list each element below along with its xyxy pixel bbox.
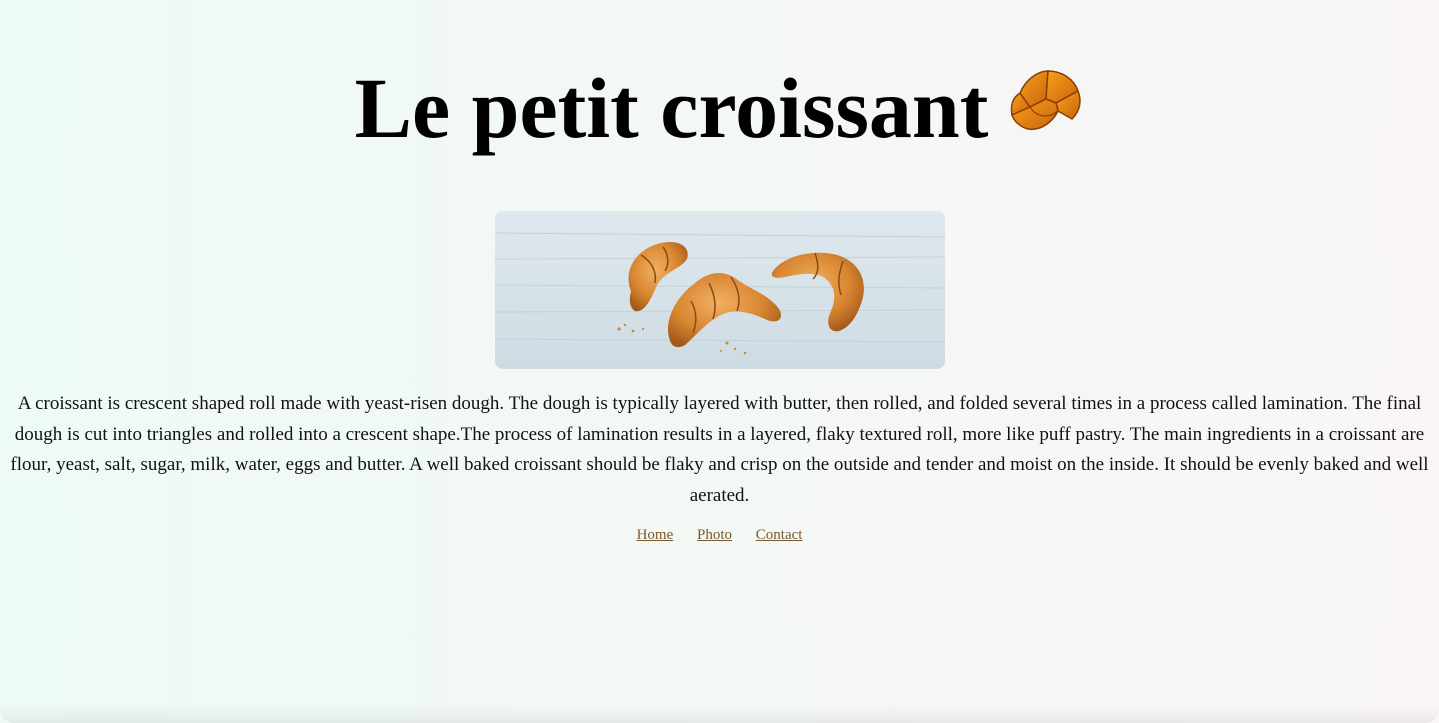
nav-link-photo[interactable]: Photo [697, 527, 732, 543]
hero-image [495, 211, 945, 369]
page: Le petit croissant A croissant is cresce… [0, 0, 1439, 723]
nav-link-home[interactable]: Home [637, 527, 674, 543]
footer-nav: Home Photo Contact [0, 527, 1439, 544]
nav-link-contact[interactable]: Contact [756, 527, 803, 543]
croissant-icon [1000, 59, 1084, 143]
page-title-text: Le petit croissant [354, 60, 989, 156]
description-text: A croissant is crescent shaped roll made… [10, 393, 1429, 506]
page-title: Le petit croissant [0, 58, 1439, 158]
